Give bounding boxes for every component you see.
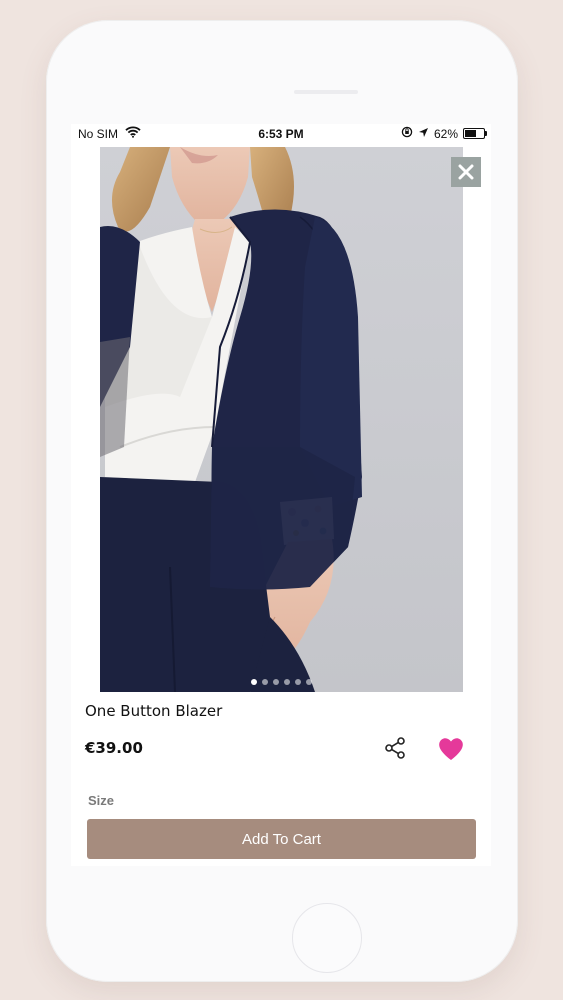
product-title: One Button Blazer bbox=[85, 702, 223, 720]
pager-dot[interactable] bbox=[283, 679, 290, 685]
pager-dot[interactable] bbox=[305, 679, 312, 685]
share-icon bbox=[385, 737, 405, 759]
pager-dot[interactable] bbox=[261, 679, 268, 685]
orientation-lock-icon bbox=[401, 126, 413, 141]
size-label: Size bbox=[88, 793, 115, 808]
status-bar: No SIM 6:53 PM 62% bbox=[71, 124, 491, 144]
pager-dot[interactable] bbox=[272, 679, 279, 685]
product-image[interactable] bbox=[100, 147, 463, 692]
heart-icon bbox=[439, 738, 463, 760]
favorite-button[interactable] bbox=[437, 736, 465, 762]
location-arrow-icon bbox=[418, 127, 429, 141]
share-button[interactable] bbox=[383, 736, 407, 760]
phone-speaker bbox=[294, 90, 358, 94]
add-to-cart-button[interactable]: Add To Cart bbox=[87, 819, 476, 859]
pager-dot[interactable] bbox=[250, 679, 257, 685]
product-price: €39.00 bbox=[85, 739, 143, 757]
battery-icon bbox=[463, 128, 487, 139]
status-right-group: 62% bbox=[401, 126, 487, 141]
home-button[interactable] bbox=[292, 903, 362, 973]
battery-percent: 62% bbox=[433, 126, 458, 141]
close-icon bbox=[458, 164, 474, 180]
image-pager-dots[interactable] bbox=[71, 679, 491, 685]
app-screen: No SIM 6:53 PM 62% One Button Blazer €39… bbox=[71, 124, 491, 866]
close-button[interactable] bbox=[451, 157, 481, 187]
pager-dot[interactable] bbox=[294, 679, 301, 685]
